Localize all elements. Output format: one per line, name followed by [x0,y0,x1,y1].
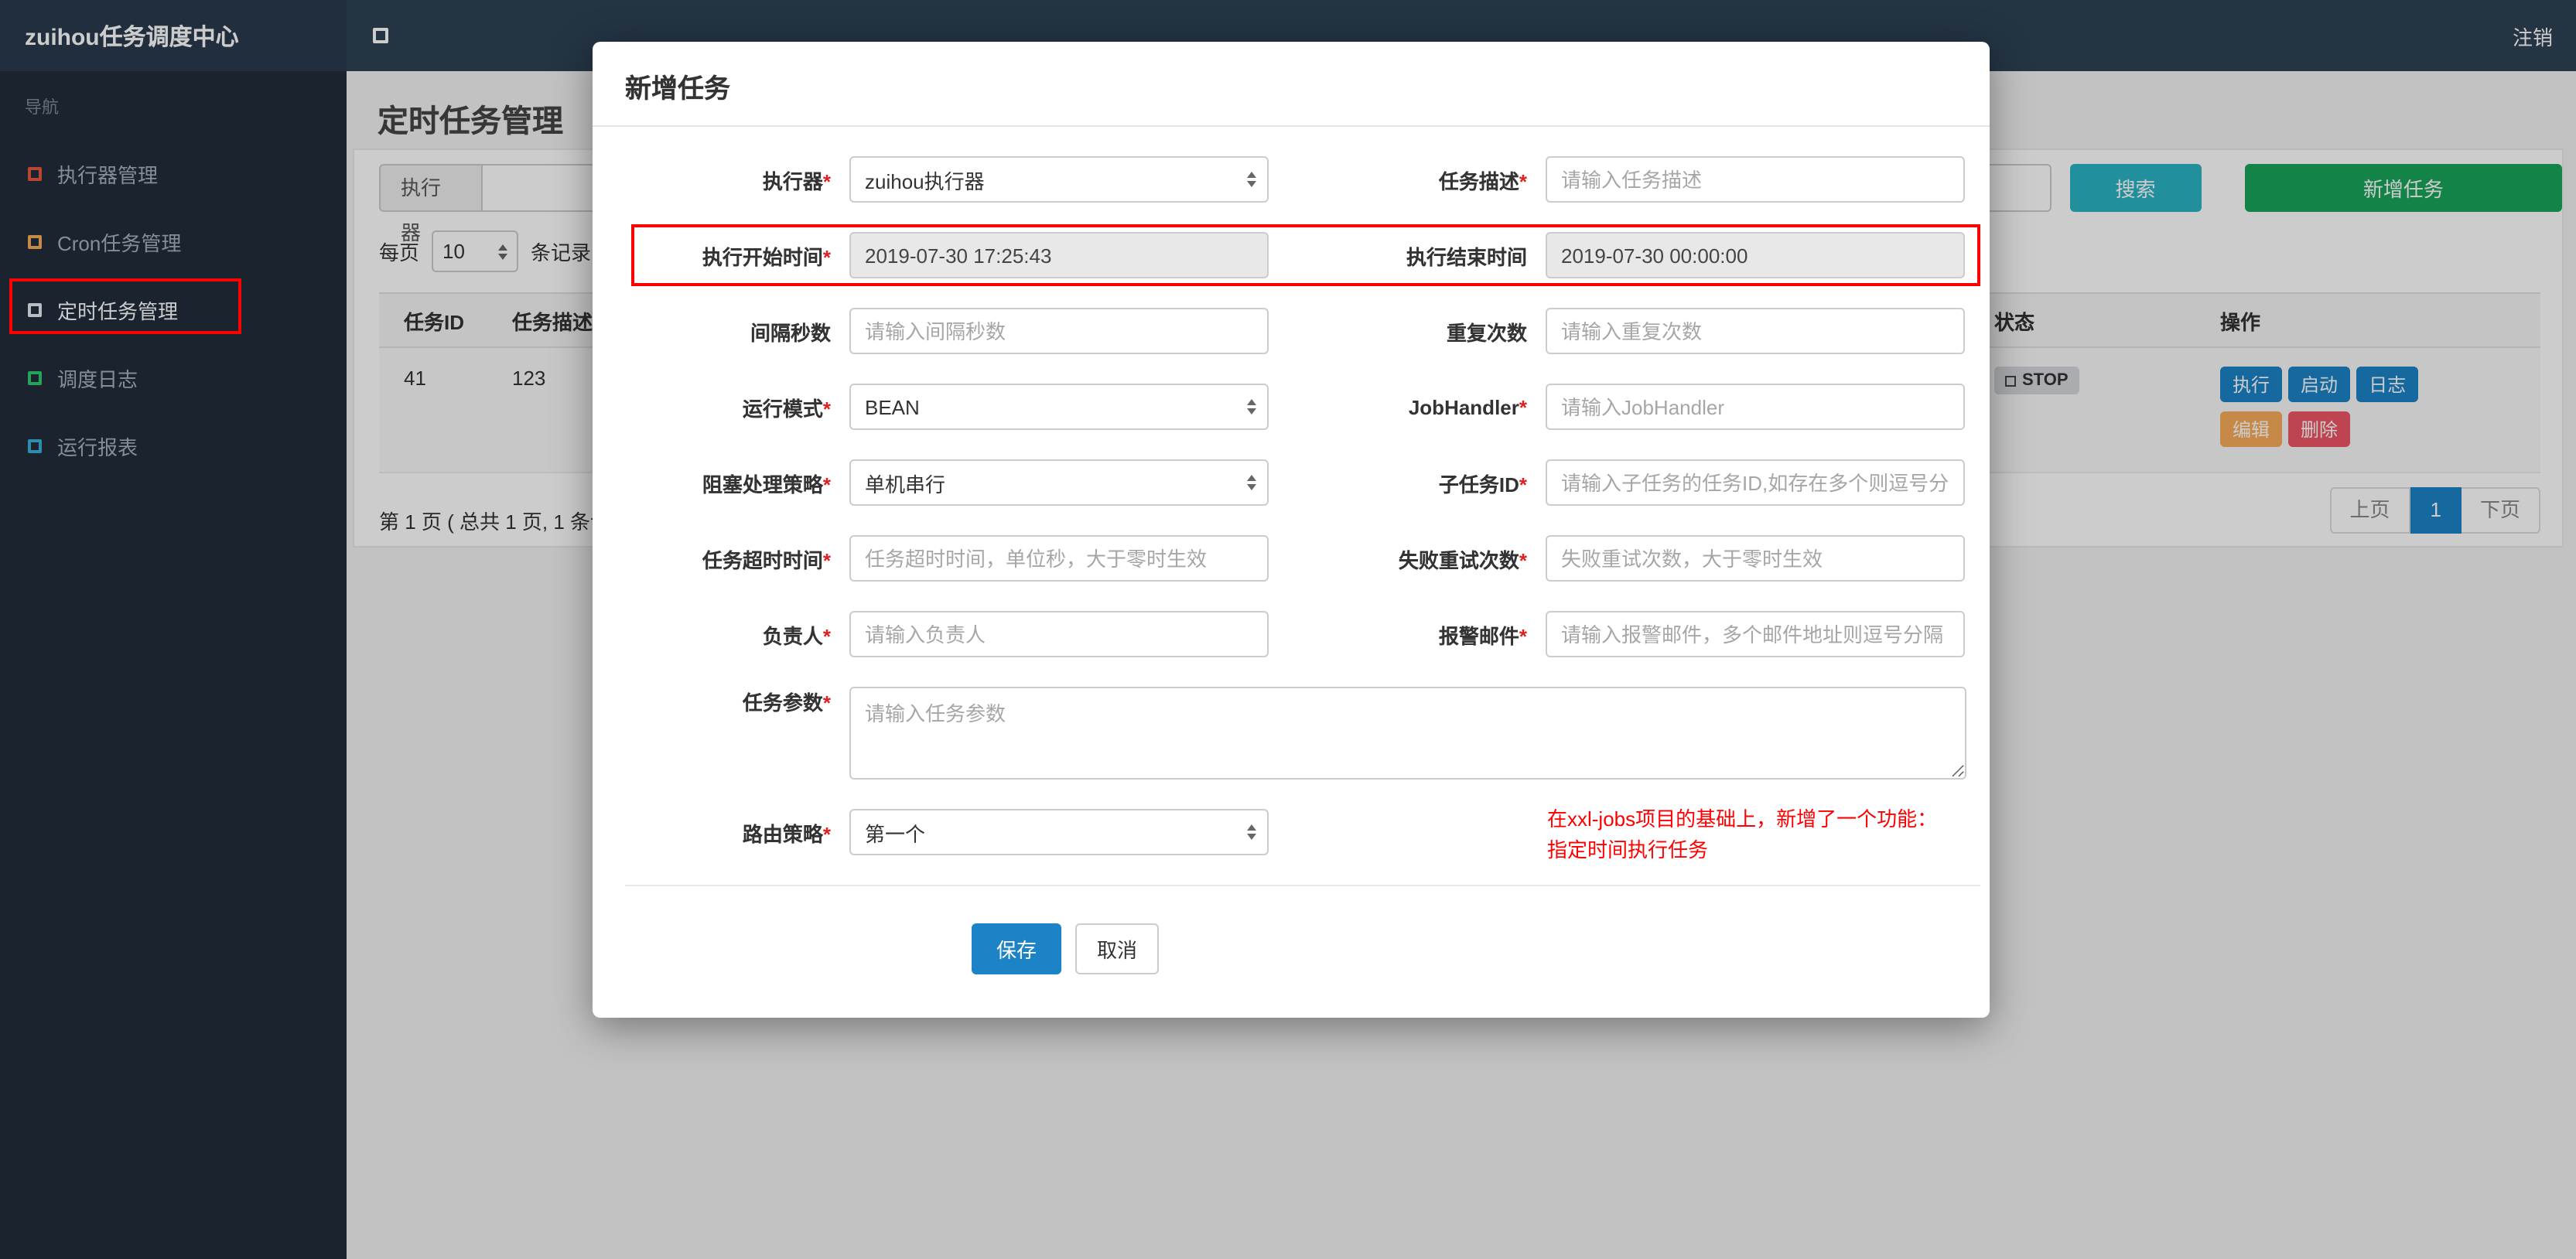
form-row-timeout-retry: 任务超时时间* 失败重试次数* [593,535,1990,582]
cancel-button[interactable]: 取消 [1075,923,1160,974]
form-row-interval-repeat: 间隔秒数 重复次数 [593,308,1990,354]
executor-select-value: zuihou执行器 [865,169,985,193]
jobhandler-label: JobHandler* [1408,395,1527,418]
fail-retry-input[interactable] [1546,535,1965,582]
run-mode-label: 运行模式* [742,397,831,420]
interval-seconds-input[interactable] [849,308,1269,354]
job-timeout-label: 任务超时时间* [702,548,831,571]
owner-input[interactable] [849,611,1269,657]
jobhandler-input[interactable] [1546,384,1965,430]
form-row-executor-desc: 执行器* zuihou执行器 任务描述* [593,156,1990,203]
form-row-owner-email: 负责人* 报警邮件* [593,611,1990,657]
job-desc-label: 任务描述* [1438,169,1527,193]
modal-title: 新增任务 [593,42,1990,127]
alarm-email-input[interactable] [1546,611,1965,657]
feature-note-line2: 指定时间执行任务 [1547,838,1709,862]
start-time-input[interactable] [849,232,1269,278]
select-arrows-icon [1247,475,1256,490]
select-arrows-icon [1247,824,1256,840]
end-time-label: 执行结束时间 [1406,245,1527,268]
job-params-textarea[interactable] [849,687,1966,780]
feature-note: 在xxl-jobs项目的基础上，新增了一个功能： 指定时间执行任务 [1547,804,1937,866]
route-strategy-label: 路由策略* [742,822,831,845]
fail-retry-label: 失败重试次数* [1398,548,1527,571]
modal-body: 执行器* zuihou执行器 任务描述* 执行开始时间* [593,127,1990,1018]
select-arrows-icon [1247,172,1256,187]
modal-footer: 保存 取消 [593,886,1990,1018]
form-row-job-params: 任务参数* [593,687,1990,780]
form-row-mode-handler: 运行模式* BEAN JobHandler* [593,384,1990,430]
executor-label: 执行器* [762,169,831,193]
repeat-count-label: 重复次数 [1446,321,1527,344]
end-time-input[interactable] [1546,232,1965,278]
block-strategy-label: 阻塞处理策略* [702,473,831,496]
executor-select[interactable]: zuihou执行器 [849,156,1269,203]
child-job-id-input[interactable] [1546,459,1965,506]
job-timeout-input[interactable] [849,535,1269,582]
owner-label: 负责人* [762,624,831,647]
run-mode-select[interactable]: BEAN [849,384,1269,430]
select-arrows-icon [1247,399,1256,415]
interval-seconds-label: 间隔秒数 [750,321,831,344]
feature-note-line1: 在xxl-jobs项目的基础上，新增了一个功能： [1547,807,1938,831]
app-root: zuihou任务调度中心 注销 导航 执行器管理 Cron任务管理 定时任务管理… [0,0,2576,1259]
child-job-id-label: 子任务ID* [1438,473,1527,496]
save-button[interactable]: 保存 [972,923,1062,974]
job-desc-input[interactable] [1546,156,1965,203]
form-row-block-childjob: 阻塞处理策略* 单机串行 子任务ID* [593,459,1990,506]
alarm-email-label: 报警邮件* [1438,624,1527,647]
block-strategy-select-value: 单机串行 [865,473,946,496]
start-time-label: 执行开始时间* [702,245,831,268]
form-row-start-end-time: 执行开始时间* 执行结束时间 [593,224,1990,286]
job-params-label: 任务参数* [742,691,831,715]
form-row-route-strategy: 路由策略* 第一个 在xxl-jobs项目的基础上，新增了一个功能： 指定时间执… [593,807,1990,862]
route-strategy-select-value: 第一个 [865,822,926,845]
repeat-count-input[interactable] [1546,308,1965,354]
run-mode-select-value: BEAN [865,395,920,418]
route-strategy-select[interactable]: 第一个 [849,809,1269,855]
block-strategy-select[interactable]: 单机串行 [849,459,1269,506]
add-job-modal: 新增任务 执行器* zuihou执行器 任务描述* 执行开始 [593,42,1990,1018]
